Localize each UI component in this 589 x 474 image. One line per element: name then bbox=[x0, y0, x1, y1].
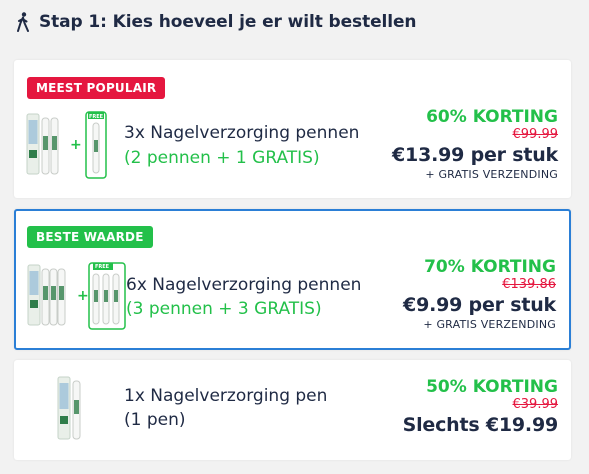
product-image-3-pens bbox=[26, 110, 112, 184]
price: Slechts €19.99 bbox=[402, 414, 559, 436]
step-header: Stap 1: Kies hoeveel je er wilt bestelle… bbox=[16, 11, 417, 33]
offer-pricing: 60% KORTING €99.99 €13.99 per stuk + GRA… bbox=[392, 107, 558, 183]
offer-subtitle: (3 pennen + 3 GRATIS) bbox=[126, 299, 322, 319]
offer-subtitle: (2 pennen + 1 GRATIS) bbox=[124, 148, 320, 168]
offer-pricing: 50% KORTING €39.99 Slechts €19.99 bbox=[402, 377, 559, 437]
discount-label: 50% KORTING bbox=[426, 377, 558, 397]
old-price: €139.86 bbox=[502, 277, 556, 292]
discount-label: 70% KORTING bbox=[424, 257, 556, 277]
offer-title: 1x Nagelverzorging pen bbox=[124, 386, 328, 406]
offer-option-1x[interactable]: 1x Nagelverzorging pen (1 pen) 50% KORTI… bbox=[14, 360, 571, 460]
product-image-1-pen bbox=[56, 374, 86, 448]
best-value-badge: BESTE WAARDE bbox=[27, 226, 153, 248]
free-label: FREE bbox=[95, 264, 110, 270]
price: €9.99 per stuk bbox=[403, 294, 556, 316]
discount-label: 60% KORTING bbox=[426, 107, 558, 127]
offer-title: 6x Nagelverzorging pennen bbox=[126, 275, 362, 295]
old-price: €99.99 bbox=[512, 127, 559, 142]
plus-icon: + bbox=[77, 288, 89, 304]
old-price: €39.99 bbox=[512, 397, 559, 412]
offer-title: 3x Nagelverzorging pennen bbox=[124, 123, 360, 143]
walking-person-icon bbox=[16, 12, 30, 32]
free-label: FREE bbox=[89, 114, 104, 120]
offer-pricing: 70% KORTING €139.86 €9.99 per stuk + GRA… bbox=[403, 257, 556, 333]
most-popular-badge: MEEST POPULAIR bbox=[27, 77, 166, 99]
shipping-note: + GRATIS VERZENDING bbox=[425, 168, 558, 181]
offer-option-3x[interactable]: MEEST POPULAIR + FREE 3x Nagelverzorging… bbox=[14, 60, 571, 198]
plus-icon: + bbox=[70, 137, 82, 153]
price: €13.99 per stuk bbox=[392, 144, 558, 166]
offer-option-6x[interactable]: BESTE WAARDE + FREE 6x Nagelverzorging p… bbox=[14, 209, 571, 350]
step-title: Stap 1: Kies hoeveel je er wilt bestelle… bbox=[39, 12, 417, 32]
shipping-note: + GRATIS VERZENDING bbox=[423, 318, 556, 331]
offer-subtitle: (1 pen) bbox=[124, 410, 186, 430]
